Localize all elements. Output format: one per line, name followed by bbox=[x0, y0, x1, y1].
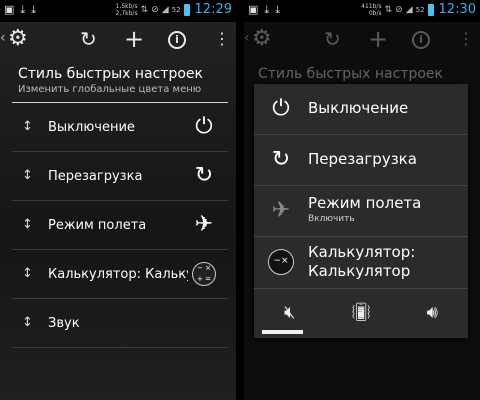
section-subtitle: Изменить глобальные цвета меню bbox=[18, 84, 202, 95]
drag-handle-icon[interactable]: ↕ bbox=[22, 119, 33, 134]
refresh-icon[interactable]: ↻ bbox=[80, 27, 97, 51]
item-label: Калькулятор: Калькулятор bbox=[48, 267, 188, 282]
battery-level: 52 bbox=[171, 5, 181, 14]
menu-item-power-off[interactable]: ⏻ Выключение bbox=[254, 84, 468, 135]
airplane-icon: ✈ bbox=[194, 212, 214, 237]
battery-level: 52 bbox=[415, 5, 425, 14]
no-signal-icon: ⊘ bbox=[151, 4, 159, 15]
power-menu-dialog: ⏻ Выключение ↻ Перезагрузка ✈ Режим поле… bbox=[254, 84, 468, 338]
signal-icon: ◢ bbox=[161, 4, 169, 15]
refresh-icon: ↻ bbox=[324, 27, 341, 51]
image-notification-icon: ▣ bbox=[248, 3, 259, 16]
list-item-calculator[interactable]: ↕ Калькулятор: Калькулятор − ×+ = bbox=[12, 250, 228, 299]
reboot-icon: ↻ bbox=[194, 163, 214, 188]
plus-icon: + bbox=[368, 25, 389, 53]
item-label: Выключение bbox=[48, 120, 135, 135]
back-chevron-icon: ‹ bbox=[244, 30, 250, 46]
menu-item-label: Выключение bbox=[308, 99, 409, 117]
network-speed: 411b/s 0b/s bbox=[361, 3, 381, 17]
quick-settings-list: ↕ Выключение ⏻ ↕ Перезагрузка ↻ ↕ Режим … bbox=[12, 103, 228, 348]
sound-on-icon[interactable]: 🔊︎ bbox=[397, 291, 468, 338]
list-item-sound[interactable]: ↕ Звук bbox=[12, 299, 228, 348]
list-item-airplane[interactable]: ↕ Режим полета ✈ bbox=[12, 201, 228, 250]
drag-handle-icon[interactable]: ↕ bbox=[22, 217, 33, 232]
download-icon: ⤓ bbox=[20, 3, 26, 16]
menu-item-airplane-mode[interactable]: ✈ Режим полета Включить bbox=[254, 186, 468, 237]
menu-item-label: Перезагрузка bbox=[308, 150, 417, 168]
list-item-reboot[interactable]: ↕ Перезагрузка ↻ bbox=[12, 152, 228, 201]
reboot-icon: ↻ bbox=[271, 147, 291, 172]
section-title: Стиль быстрых настроек bbox=[18, 66, 204, 82]
power-icon: ⏻ bbox=[272, 96, 290, 121]
action-bar: ‹ ⚙ ↻ + i ⋮ bbox=[0, 22, 236, 56]
clock: 12:30 bbox=[438, 2, 476, 17]
menu-item-label: Калькулятор: Калькулятор bbox=[308, 243, 415, 281]
download-icon: ⤓ bbox=[31, 3, 37, 16]
overflow-menu-icon[interactable]: ⋮ bbox=[214, 27, 230, 51]
overflow-menu-icon: ⋮ bbox=[458, 29, 474, 48]
section-title: Стиль быстрых настроек bbox=[258, 66, 444, 82]
sound-mode-bar: 🔇︎ 📳︎ 🔊︎ bbox=[254, 291, 468, 338]
back-chevron-icon[interactable]: ‹ bbox=[0, 30, 6, 46]
menu-item-status: Включить bbox=[308, 214, 355, 224]
action-bar: ‹ ⚙ ↻ + i ⋮ bbox=[244, 22, 480, 56]
power-menu-screen: ▣ ⤓ ⤓ 411b/s 0b/s ⇅ ⊘ ◢ 52 12:30 ‹ ⚙ ↻ +… bbox=[244, 0, 480, 400]
battery-icon bbox=[427, 3, 434, 16]
battery-icon bbox=[183, 3, 190, 16]
item-label: Режим полета bbox=[48, 218, 147, 233]
gear-icon[interactable]: ⚙ bbox=[8, 27, 28, 51]
menu-item-reboot[interactable]: ↻ Перезагрузка bbox=[254, 135, 468, 186]
calc-line-2: Калькулятор bbox=[308, 262, 411, 280]
signal-icon: ◢ bbox=[405, 4, 413, 15]
speed-down: 0b/s bbox=[368, 9, 382, 17]
menu-item-calculator[interactable]: −× Калькулятор: Калькулятор bbox=[254, 237, 468, 289]
menu-item-label: Режим полета bbox=[308, 194, 422, 212]
drag-handle-icon[interactable]: ↕ bbox=[22, 315, 33, 330]
airplane-icon: ✈ bbox=[271, 198, 291, 223]
notification-icons: ▣ ⤓ ⤓ bbox=[248, 4, 280, 16]
speed-down: 2,7kb/s bbox=[115, 9, 138, 17]
status-bar: ▣ ⤓ ⤓ 1,5kb/s 2,7kb/s ⇅ ⊘ ◢ 52 12:29 bbox=[0, 0, 236, 22]
drag-handle-icon[interactable]: ↕ bbox=[22, 168, 33, 183]
data-transfer-icon: ⇅ bbox=[140, 4, 149, 15]
download-icon: ⤓ bbox=[275, 3, 281, 16]
item-label: Звук bbox=[48, 316, 80, 331]
silent-mode-icon[interactable]: 🔇︎ bbox=[254, 291, 325, 338]
vibrate-mode-icon[interactable]: 📳︎ bbox=[325, 291, 396, 338]
data-transfer-icon: ⇅ bbox=[384, 4, 393, 15]
network-speed: 1,5kb/s 2,7kb/s bbox=[116, 3, 138, 17]
item-label: Перезагрузка bbox=[48, 169, 143, 184]
notification-icons: ▣ ⤓ ⤓ bbox=[4, 4, 36, 16]
clock: 12:29 bbox=[194, 2, 232, 17]
info-icon: i bbox=[412, 31, 430, 49]
list-item-power[interactable]: ↕ Выключение ⏻ bbox=[12, 103, 228, 152]
speed-up: 411b/s bbox=[361, 2, 382, 10]
download-icon: ⤓ bbox=[264, 3, 270, 16]
calculator-icon: − × + = bbox=[192, 262, 216, 286]
speed-up: 1,5kb/s bbox=[115, 2, 138, 10]
settings-screen: ▣ ⤓ ⤓ 1,5kb/s 2,7kb/s ⇅ ⊘ ◢ 52 12:29 ‹ ⚙… bbox=[0, 0, 236, 400]
status-bar: ▣ ⤓ ⤓ 411b/s 0b/s ⇅ ⊘ ◢ 52 12:30 bbox=[244, 0, 480, 22]
info-icon[interactable]: i bbox=[168, 31, 186, 49]
image-notification-icon: ▣ bbox=[4, 3, 15, 16]
status-indicators: 411b/s 0b/s ⇅ ⊘ ◢ 52 12:30 bbox=[361, 2, 476, 17]
gear-icon: ⚙ bbox=[252, 26, 272, 51]
plus-icon[interactable]: + bbox=[124, 27, 144, 51]
status-indicators: 1,5kb/s 2,7kb/s ⇅ ⊘ ◢ 52 12:29 bbox=[116, 2, 232, 17]
calculator-icon: −× bbox=[268, 249, 294, 275]
calc-line-1: Калькулятор: bbox=[308, 243, 416, 261]
drag-handle-icon[interactable]: ↕ bbox=[22, 266, 33, 281]
no-signal-icon: ⊘ bbox=[395, 4, 403, 15]
power-icon: ⏻ bbox=[195, 114, 213, 139]
